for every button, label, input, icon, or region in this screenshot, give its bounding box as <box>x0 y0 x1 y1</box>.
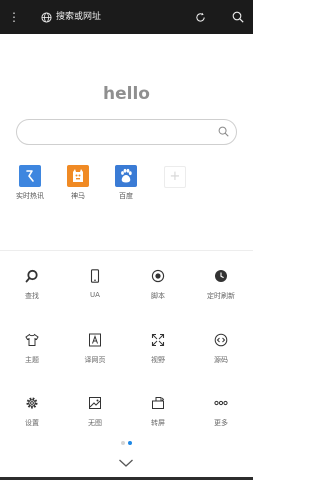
no-image-icon <box>89 397 101 409</box>
menu-divider <box>0 250 253 251</box>
gear-icon <box>26 397 38 409</box>
baidu-paw-icon <box>115 165 137 187</box>
shortcut-realtime-news[interactable]: 实时热讯 <box>10 165 50 201</box>
menu-item-settings[interactable]: 设置 <box>7 395 57 428</box>
search-icon[interactable] <box>218 126 229 137</box>
shenma-horse-icon <box>67 165 89 187</box>
menu-item-label: 脚本 <box>151 292 165 300</box>
trend-arrow-icon <box>19 165 41 187</box>
fullscreen-icon <box>151 333 165 347</box>
shortcut-shenma[interactable]: 神马 <box>58 165 98 201</box>
menu-item-label: 查找 <box>25 292 39 300</box>
menu-item-label: 无图 <box>88 419 102 427</box>
shortcut-label: 实时热讯 <box>16 192 44 200</box>
rotate-screen-icon <box>152 397 165 409</box>
translate-icon <box>89 333 101 347</box>
refresh-icon[interactable] <box>195 12 206 23</box>
shortcut-baidu[interactable]: 百度 <box>106 165 146 201</box>
menu-item-theme[interactable]: 主题 <box>7 332 57 365</box>
more-icon <box>214 400 228 406</box>
menu-item-label: 转屏 <box>151 419 165 427</box>
menu-item-label: 主题 <box>25 356 39 364</box>
page-indicator-dot-active[interactable] <box>128 441 132 445</box>
menu-item-timed-refresh[interactable]: 定时刷新 <box>196 268 246 301</box>
more-vertical-icon[interactable]: ⋮ <box>8 9 20 25</box>
menu-item-label: 更多 <box>214 419 228 427</box>
menu-item-label: UA <box>90 291 100 299</box>
find-icon <box>25 269 38 283</box>
menu-item-translate[interactable]: 译网页 <box>70 332 120 365</box>
code-icon <box>214 333 228 347</box>
globe-icon <box>41 12 52 23</box>
clock-icon <box>215 270 227 282</box>
phone-icon <box>90 269 100 283</box>
menu-item-more[interactable]: 更多 <box>196 395 246 428</box>
menu-item-ua[interactable]: UA <box>70 268 120 299</box>
menu-item-source[interactable]: 源码 <box>196 332 246 365</box>
menu-item-script[interactable]: 脚本 <box>133 268 183 301</box>
menu-item-view[interactable]: 视野 <box>133 332 183 365</box>
menu-item-no-image[interactable]: 无图 <box>70 395 120 428</box>
shirt-icon <box>25 333 39 346</box>
menu-item-label: 源码 <box>214 356 228 364</box>
add-shortcut-button[interactable]: + <box>164 166 186 188</box>
menu-item-label: 译网页 <box>84 356 106 364</box>
home-search-input[interactable] <box>25 123 219 143</box>
shortcut-label: 神马 <box>71 192 85 200</box>
home-search-box[interactable] <box>16 119 237 145</box>
top-bar: ⋮ 搜索或网址 <box>0 0 253 34</box>
search-icon[interactable] <box>232 11 244 23</box>
page-indicator-dot[interactable] <box>121 441 125 445</box>
menu-item-label: 定时刷新 <box>207 292 235 300</box>
shortcut-label: 百度 <box>119 192 133 200</box>
home-logo-text: hello <box>103 84 150 104</box>
script-icon <box>151 269 165 283</box>
menu-item-label: 视野 <box>151 356 165 364</box>
url-bar[interactable]: 搜索或网址 <box>56 10 101 24</box>
menu-item-label: 设置 <box>25 419 39 427</box>
menu-item-rotate[interactable]: 转屏 <box>133 395 183 428</box>
menu-item-find[interactable]: 查找 <box>7 268 57 301</box>
chevron-down-icon[interactable] <box>118 458 134 468</box>
